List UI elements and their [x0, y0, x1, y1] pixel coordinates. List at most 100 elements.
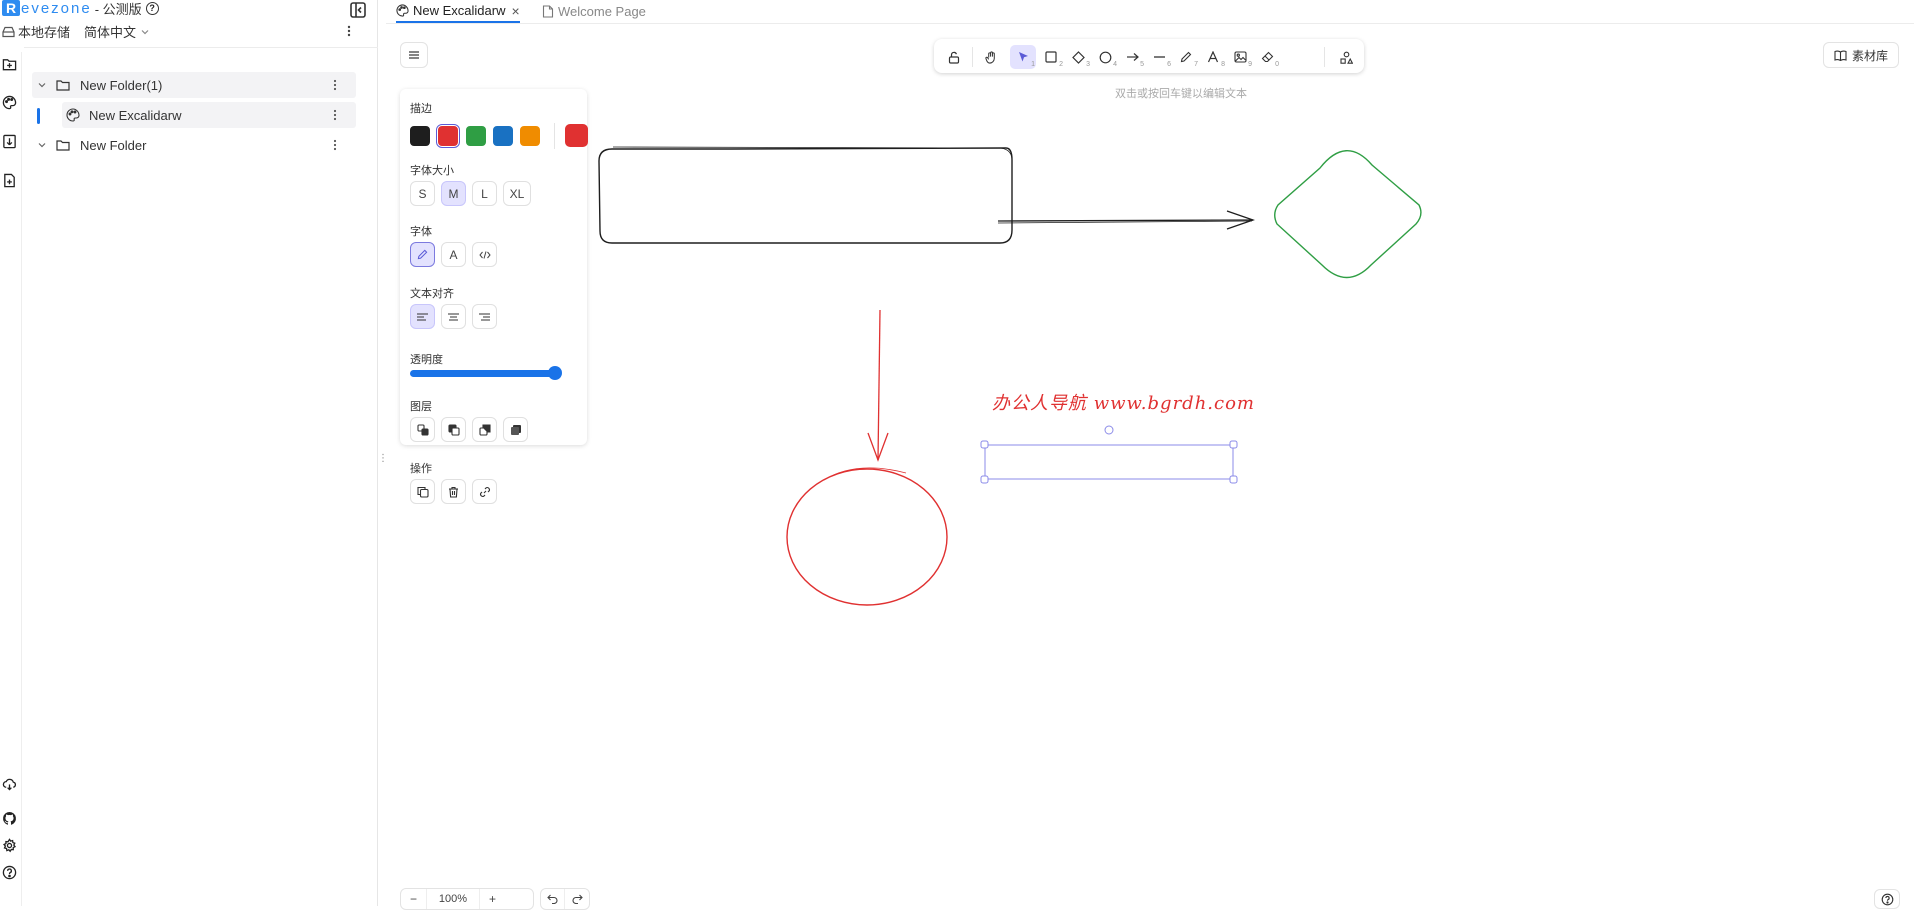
lock-tool[interactable]	[941, 45, 967, 69]
settings-button[interactable]	[0, 836, 18, 854]
stroke-swatch-blue[interactable]	[493, 126, 513, 146]
github-icon	[2, 811, 16, 825]
delete-button[interactable]	[441, 479, 466, 504]
image-tool[interactable]: 9	[1227, 45, 1253, 69]
sidebar-resize-handle[interactable]: ⋮	[378, 453, 388, 467]
canvas-help-button[interactable]	[1874, 889, 1900, 909]
tab-new-excalidraw[interactable]: New Excalidarw ×	[396, 0, 520, 23]
tool-key: 2	[1059, 61, 1063, 68]
diamond-shape[interactable]	[1274, 150, 1422, 279]
library-label: 素材库	[1851, 48, 1888, 63]
storage-more-button[interactable]	[344, 24, 354, 38]
stroke-custom-color[interactable]	[565, 124, 588, 147]
diamond-tool[interactable]: 3	[1065, 45, 1091, 69]
cloud-sync-button[interactable]	[0, 774, 18, 792]
font-size-s[interactable]: S	[410, 181, 435, 206]
ellipse-shape[interactable]	[786, 468, 948, 606]
drawing-layer	[598, 146, 1422, 606]
chevron-down-icon	[38, 83, 46, 88]
line-tool[interactable]: 6	[1146, 45, 1172, 69]
bring-to-front-button[interactable]	[503, 417, 528, 442]
undo-button[interactable]	[541, 889, 566, 909]
tab-bar: New Excalidarw × Welcome Page	[386, 0, 1914, 24]
arrow-tool[interactable]: 5	[1119, 45, 1145, 69]
excalidraw-canvas[interactable]: 办公人导航 www.bgrdh.com 1 2 3 4 5 6 7 8 9 0 …	[386, 25, 1914, 910]
brand-help-icon[interactable]: ?	[145, 1, 159, 15]
new-file-button[interactable]	[0, 171, 18, 189]
zoom-out-button[interactable]: −	[401, 889, 427, 909]
zoom-in-button[interactable]: +	[479, 889, 505, 909]
rectangle-shape[interactable]	[598, 147, 1013, 244]
stroke-swatch-green[interactable]	[466, 126, 486, 146]
text-align-label: 文本对齐	[410, 288, 454, 300]
send-to-back-button[interactable]	[410, 417, 435, 442]
properties-panel: 描边 字体大小 S M L XL 字体 A 文本对齐 透明度 图层 操作	[400, 89, 588, 504]
opacity-slider-track[interactable]	[410, 370, 554, 377]
ellipse-tool[interactable]: 4	[1092, 45, 1118, 69]
font-family-code[interactable]	[472, 242, 497, 267]
resize-handle-nw[interactable]	[980, 440, 989, 449]
selected-text-element[interactable]: 办公人导航 www.bgrdh.com	[992, 389, 1255, 415]
stroke-swatch-black[interactable]	[410, 126, 430, 146]
resize-handle-ne[interactable]	[1229, 440, 1238, 449]
arrow-right-shape[interactable]	[997, 219, 1254, 222]
zoom-level[interactable]: 100%	[427, 889, 479, 909]
eraser-tool[interactable]: 0	[1254, 45, 1280, 69]
storage-label: 本地存储	[18, 25, 71, 40]
github-button[interactable]	[0, 809, 18, 827]
tree-item-folder-2[interactable]: New Folder	[32, 132, 356, 158]
tree-item-excalidraw[interactable]: New Excalidarw	[62, 102, 356, 128]
help-button[interactable]	[0, 863, 18, 881]
new-note-button[interactable]	[0, 132, 18, 150]
resize-handle-sw[interactable]	[980, 475, 989, 484]
text-tool[interactable]: 8	[1200, 45, 1226, 69]
duplicate-button[interactable]	[410, 479, 435, 504]
tab-close-button[interactable]: ×	[511, 3, 519, 19]
font-family-normal[interactable]: A	[441, 242, 466, 267]
rotation-handle[interactable]	[1104, 425, 1114, 435]
font-family-hand[interactable]	[410, 242, 435, 267]
bring-forward-button[interactable]	[472, 417, 497, 442]
swatch-separator	[554, 123, 555, 149]
bring-front-icon	[510, 424, 521, 435]
tab-welcome-page[interactable]: Welcome Page	[542, 0, 646, 23]
help-circle-icon	[1881, 893, 1893, 905]
zoom-controls: − 100% +	[400, 888, 534, 910]
new-board-button[interactable]	[0, 93, 18, 111]
copy-icon	[416, 486, 429, 498]
send-backward-button[interactable]	[441, 417, 466, 442]
selection-tool[interactable]: 1	[1010, 45, 1036, 69]
align-left-button[interactable]	[410, 304, 435, 329]
library-button[interactable]: 素材库	[1823, 42, 1899, 68]
tree-item-folder-1[interactable]: New Folder(1)	[32, 72, 356, 98]
font-size-m[interactable]: M	[441, 181, 466, 206]
brand-name: evezone	[21, 0, 92, 17]
new-folder-button[interactable]	[0, 55, 18, 73]
rectangle-tool[interactable]: 2	[1038, 45, 1064, 69]
hand-tool[interactable]	[978, 45, 1004, 69]
align-right-button[interactable]	[472, 304, 497, 329]
link-button[interactable]	[472, 479, 497, 504]
opacity-slider-thumb[interactable]	[548, 366, 562, 380]
tree-item-more-button[interactable]	[332, 108, 338, 122]
tree-item-more-button[interactable]	[332, 138, 338, 152]
stroke-swatch-red[interactable]	[436, 124, 460, 148]
stroke-swatch-orange[interactable]	[520, 126, 540, 146]
arrow-down-shape[interactable]	[877, 309, 881, 461]
font-size-l[interactable]: L	[472, 181, 497, 206]
align-left-icon	[417, 312, 428, 321]
align-center-button[interactable]	[441, 304, 466, 329]
language-select[interactable]: 简体中文	[84, 22, 150, 41]
main-menu-button[interactable]	[400, 42, 428, 68]
extra-tools[interactable]	[1333, 45, 1359, 69]
tool-key: 5	[1140, 61, 1144, 68]
draw-tool[interactable]: 7	[1173, 45, 1199, 69]
tree-item-label: New Folder(1)	[80, 77, 163, 93]
font-family-label: 字体	[410, 226, 432, 238]
resize-handle-se[interactable]	[1229, 475, 1238, 484]
bring-forward-icon	[478, 423, 491, 436]
tree-item-more-button[interactable]	[332, 78, 338, 92]
redo-button[interactable]	[565, 889, 589, 909]
collapse-sidebar-button[interactable]	[349, 1, 367, 19]
font-size-xl[interactable]: XL	[503, 181, 531, 206]
